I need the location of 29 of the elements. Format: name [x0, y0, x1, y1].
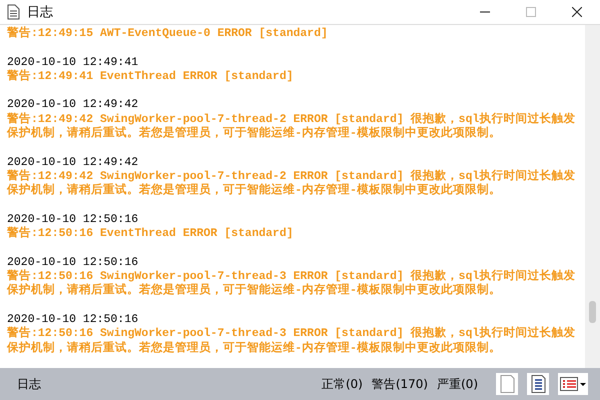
window-title: 日志	[27, 3, 54, 21]
status-label: 日志	[17, 376, 42, 392]
log-date: 2020-10-10 12:50:16	[7, 312, 138, 326]
log-message: 警告:12:50:16 SwingWorker-pool-7-thread-3 ERROR [standard] 很抱歉，sql执行时间过长触发保护机制，请稍后重试。若您是管理员，可于智能运维-内存管理-模板限制中更改此项限制。	[7, 327, 576, 356]
blank-page-button[interactable]	[496, 373, 518, 395]
scrollbar[interactable]	[585, 25, 600, 368]
list-icon	[560, 376, 578, 392]
log-message: 警告:12:49:41 EventThread ERROR [standard]	[7, 70, 294, 84]
status-count: 警告(170)	[372, 376, 428, 392]
log-date: 2020-10-10 12:50:16	[7, 212, 138, 226]
list-page-icon	[530, 375, 546, 393]
log-message: 警告:12:49:42 SwingWorker-pool-7-thread-2 ERROR [standard] 很抱歉，sql执行时间过长触发保护机制，请稍后重试。若您是管理员，可于智能运维-内存管理-模板限制中更改此项限制。	[7, 170, 576, 199]
status-count: 严重(0)	[437, 376, 478, 392]
log-date: 2020-10-10 12:49:41	[7, 56, 138, 69]
log-message: 警告:12:50:16 EventThread ERROR [standard]	[7, 227, 294, 242]
log-message: 警告:12:49:15 AWT-EventQueue-0 ERROR [standard]	[7, 27, 329, 42]
log-message: 警告:12:50:16 SwingWorker-pool-7-thread-3 ERROR [standard] 很抱歉，sql执行时间过长触发保护机制，请稍后重试。若您是管理员，可于智能运维-内存管理-模板限制中更改此项限制。	[7, 270, 576, 299]
log-date: 2020-10-10 12:49:42	[7, 156, 138, 169]
lined-page-button[interactable]	[527, 373, 549, 395]
log-message: 警告:12:49:42 SwingWorker-pool-7-thread-2 ERROR [standard] 很抱歉，sql执行时间过长触发保护机制，请稍后重试。若您是管理员，可于智能运维-内存管理-模板限制中更改此项限制。	[7, 112, 576, 142]
close-icon	[572, 7, 582, 17]
status-count: 正常(0)	[322, 376, 363, 392]
list-dropdown-button[interactable]	[558, 373, 588, 395]
log-date: 2020-10-10 12:50:16	[7, 256, 138, 269]
document-icon	[6, 4, 21, 20]
log-date: 2020-10-10 12:49:42	[7, 98, 138, 112]
maximize-icon	[526, 7, 536, 17]
page-icon	[500, 375, 514, 393]
caret-icon	[580, 382, 586, 386]
